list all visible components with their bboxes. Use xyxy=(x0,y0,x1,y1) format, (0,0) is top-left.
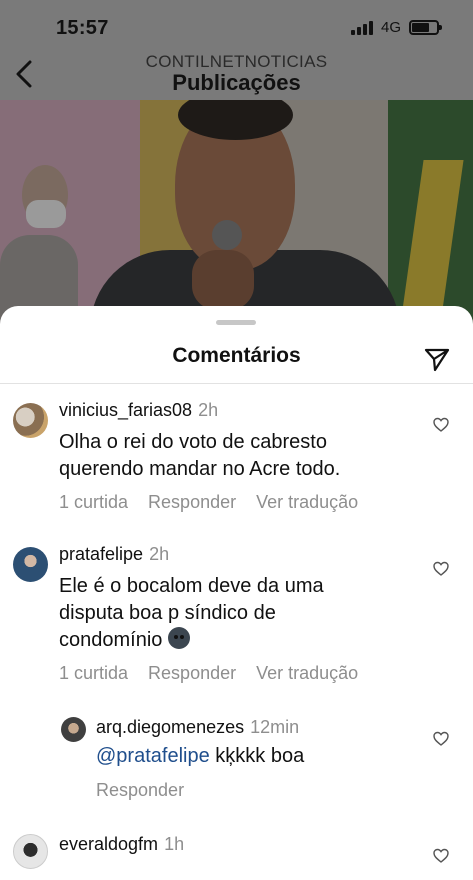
battery-icon xyxy=(409,20,442,35)
comment-meta: pratafelipe 2h xyxy=(59,544,169,565)
reply-button[interactable]: Responder xyxy=(96,780,184,801)
like-button[interactable] xyxy=(433,731,449,747)
comment-username[interactable]: arq.diegomenezes xyxy=(96,717,244,737)
comment-meta: everaldogfm 1h xyxy=(59,834,184,855)
mention-link[interactable]: @pratafelipe xyxy=(96,745,210,767)
comment-time: 1h xyxy=(164,834,185,854)
app-header: 15:57 4G CONTILNETNOTICIAS Publicações xyxy=(0,0,473,100)
status-time: 15:57 xyxy=(56,17,109,39)
avatar[interactable] xyxy=(13,547,48,582)
heart-outline-icon xyxy=(433,561,449,576)
comment-actions: Responder xyxy=(96,780,184,801)
emoji-face-icon xyxy=(167,627,190,649)
header-titles: CONTILNETNOTICIAS Publicações xyxy=(0,52,473,96)
heart-outline-icon xyxy=(433,731,449,746)
likes-count[interactable]: 1 curtida xyxy=(59,663,128,684)
network-type: 4G xyxy=(380,19,401,36)
comment-meta: arq.diegomenezes 12min xyxy=(96,717,299,738)
translate-button[interactable]: Ver tradução xyxy=(256,663,358,684)
reply-button[interactable]: Responder xyxy=(148,492,236,513)
like-button[interactable] xyxy=(433,848,449,864)
account-name: CONTILNETNOTICIAS xyxy=(145,52,328,71)
status-indicators: 4G xyxy=(350,19,442,36)
post-photo xyxy=(0,100,473,330)
sheet-title: Comentários xyxy=(172,344,301,367)
translate-button[interactable]: Ver tradução xyxy=(256,492,358,513)
comment-username[interactable]: everaldogfm xyxy=(59,834,158,854)
like-button[interactable] xyxy=(433,561,449,577)
share-button[interactable] xyxy=(423,346,451,374)
avatar[interactable] xyxy=(13,834,48,869)
reply-button[interactable]: Responder xyxy=(148,663,236,684)
comment-actions: 1 curtida Responder Ver tradução xyxy=(59,492,358,513)
drag-handle[interactable] xyxy=(216,320,256,325)
heart-outline-icon xyxy=(433,417,449,432)
heart-outline-icon xyxy=(433,848,449,863)
avatar[interactable] xyxy=(61,717,86,742)
comments-sheet: Comentários vinicius_farias08 2h Olha o r… xyxy=(0,306,473,880)
comment-actions: 1 curtida Responder Ver tradução xyxy=(59,663,358,684)
comment-time: 2h xyxy=(198,400,219,420)
comment-text: Olha o rei do voto de cabresto querendo … xyxy=(59,431,341,480)
page-title: Publicações xyxy=(172,70,301,95)
comment-time: 12min xyxy=(250,717,300,737)
comment-meta: vinicius_farias08 2h xyxy=(59,400,218,421)
likes-count[interactable]: 1 curtida xyxy=(59,492,128,513)
paper-plane-icon xyxy=(424,348,450,372)
comment-username[interactable]: pratafelipe xyxy=(59,544,143,564)
avatar[interactable] xyxy=(13,403,48,438)
comment-username[interactable]: vinicius_farias08 xyxy=(59,400,192,420)
signal-icon xyxy=(350,20,373,35)
comment-time: 2h xyxy=(149,544,170,564)
comment-text: Ele é o bocalom deve da uma disputa boa … xyxy=(59,575,324,651)
comment-text: @pratafelipe kķkkk boa xyxy=(96,745,305,767)
divider xyxy=(0,383,473,384)
like-button[interactable] xyxy=(433,417,449,433)
